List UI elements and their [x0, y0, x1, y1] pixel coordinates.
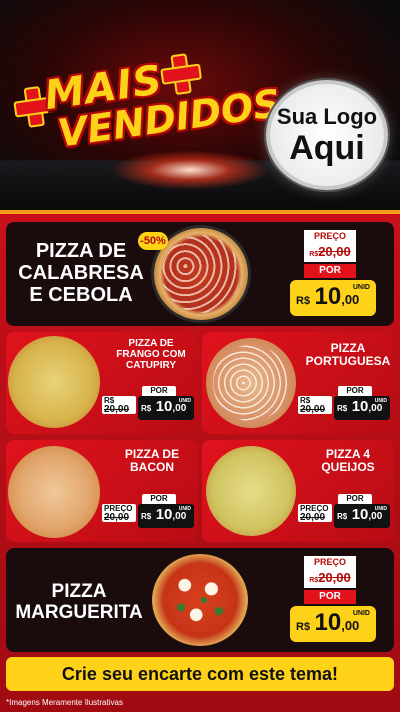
old-price: PREÇO 20,00 — [298, 504, 332, 523]
price-tag: R$ 10,00 UNID — [290, 280, 376, 316]
price-tag: R$ 10,00 UNID — [334, 396, 390, 420]
old-currency: R$ — [309, 251, 319, 258]
price-tag: R$ 10,00 UNID — [290, 606, 376, 642]
product-card-frango[interactable]: PIZZA DE FRANGO COM CATUPIRY POR R$ 20,0… — [6, 332, 198, 434]
old-price: R$20,00 — [304, 568, 356, 588]
product-name-line: PIZZA DE — [128, 338, 174, 349]
por-label: POR — [338, 494, 372, 504]
price-int: 10 — [314, 609, 342, 636]
product-name: PIZZA DE CALABRESA E CEBOLA — [18, 240, 144, 306]
featured-card-marguerita[interactable]: PIZZA MARGUERITA PREÇO R$20,00 POR R$ 10… — [6, 548, 394, 652]
old-value: 20,00 — [104, 404, 130, 415]
stage-light — [110, 150, 270, 190]
product-name: PIZZA MARGUERITA — [12, 581, 146, 624]
logo-line2: Aqui — [289, 129, 365, 167]
old-price: R$20,00 — [304, 242, 356, 262]
hero-banner: MAIS VENDIDOS Sua Logo Aqui — [0, 0, 400, 210]
price-dec: ,00 — [341, 618, 360, 633]
price-unit: UNID — [374, 398, 387, 404]
product-name: PIZZA DE BACON — [108, 447, 196, 475]
pizza-image — [154, 228, 248, 320]
product-name-line: FRANGO COM — [116, 349, 186, 360]
por-label: POR — [304, 590, 356, 604]
product-name: PIZZA DE FRANGO COM CATUPIRY — [106, 338, 196, 371]
price-currency: R$ — [141, 512, 152, 521]
product-name-line: CALABRESA — [18, 262, 144, 284]
old-price: PREÇO 20,00 — [102, 504, 136, 523]
logo-line1: Sua Logo — [276, 104, 378, 129]
old-value: 20,00 — [300, 512, 326, 523]
price-currency: R$ — [296, 295, 311, 307]
price-dec: ,00 — [368, 511, 383, 522]
price-unit: UNID — [178, 506, 191, 512]
price-dec: ,00 — [341, 292, 360, 307]
pizza-image — [206, 446, 296, 536]
pizza-image — [8, 336, 100, 428]
old-price: R$ 20,00 — [298, 396, 332, 415]
old-value: 20,00 — [318, 570, 351, 585]
price-int: 10 — [351, 398, 369, 415]
product-name-line: PORTUGUESA — [305, 354, 391, 369]
product-card-portuguesa[interactable]: PIZZA PORTUGUESA POR R$ 20,00 R$ 10,00 U… — [202, 332, 394, 434]
price-currency: R$ — [296, 621, 311, 633]
product-name: PIZZA PORTUGUESA — [304, 341, 392, 369]
pizza-image — [206, 338, 296, 428]
price-dec: ,00 — [172, 403, 187, 414]
por-label: POR — [142, 386, 176, 396]
por-label: POR — [338, 386, 372, 396]
old-value: 20,00 — [300, 404, 326, 415]
product-name-line: E CEBOLA — [29, 284, 133, 306]
footnote: *Imagens Meramente Ilustrativas — [6, 698, 123, 707]
price-currency: R$ — [141, 404, 152, 413]
price-tag: R$ 10,00 UNID — [138, 396, 194, 420]
price-unit: UNID — [178, 398, 191, 404]
price-int: 10 — [155, 398, 173, 415]
price-currency: R$ — [337, 404, 348, 413]
price-unit: UNID — [374, 506, 387, 512]
price-dec: ,00 — [368, 403, 383, 414]
price-tag: R$ 10,00 UNID — [334, 504, 390, 528]
por-label: POR — [142, 494, 176, 504]
old-value: 20,00 — [318, 244, 351, 259]
product-name: PIZZA 4 QUEIJOS — [304, 447, 392, 475]
old-price: R$ 20,00 — [102, 396, 136, 415]
price-dec: ,00 — [172, 511, 187, 522]
price-currency: R$ — [337, 512, 348, 521]
pizza-image — [8, 446, 100, 538]
product-name-line: PIZZA DE — [35, 240, 127, 262]
pizza-image — [152, 554, 248, 646]
price-int: 10 — [351, 506, 369, 523]
discount-badge: -50% — [138, 232, 168, 250]
preco-label: PREÇO — [304, 556, 356, 568]
old-currency: R$ — [309, 577, 319, 584]
price-int: 10 — [314, 283, 342, 310]
price-int: 10 — [155, 506, 173, 523]
price-unit: UNID — [352, 610, 370, 617]
por-label: POR — [304, 264, 356, 278]
product-card-4-queijos[interactable]: PIZZA 4 QUEIJOS POR PREÇO 20,00 R$ 10,00… — [202, 440, 394, 542]
logo-placeholder[interactable]: Sua Logo Aqui — [266, 80, 388, 190]
old-value: 20,00 — [104, 512, 130, 523]
price-unit: UNID — [352, 284, 370, 291]
product-name-line: BACON — [130, 460, 174, 475]
price-tag: R$ 10,00 UNID — [138, 504, 194, 528]
plus-icon — [159, 52, 200, 93]
product-name-line: CATUPIRY — [126, 360, 176, 371]
product-name-line: MARGUERITA — [15, 601, 143, 623]
featured-card-calabresa[interactable]: PIZZA DE CALABRESA E CEBOLA -50% PREÇO R… — [6, 222, 394, 326]
preco-label: PREÇO — [304, 230, 356, 242]
product-name-line: QUEIJOS — [321, 460, 375, 475]
cta-banner[interactable]: Crie seu encarte com este tema! — [6, 657, 394, 691]
product-name-line: PIZZA — [51, 581, 107, 602]
product-card-bacon[interactable]: PIZZA DE BACON POR PREÇO 20,00 R$ 10,00 … — [6, 440, 198, 542]
